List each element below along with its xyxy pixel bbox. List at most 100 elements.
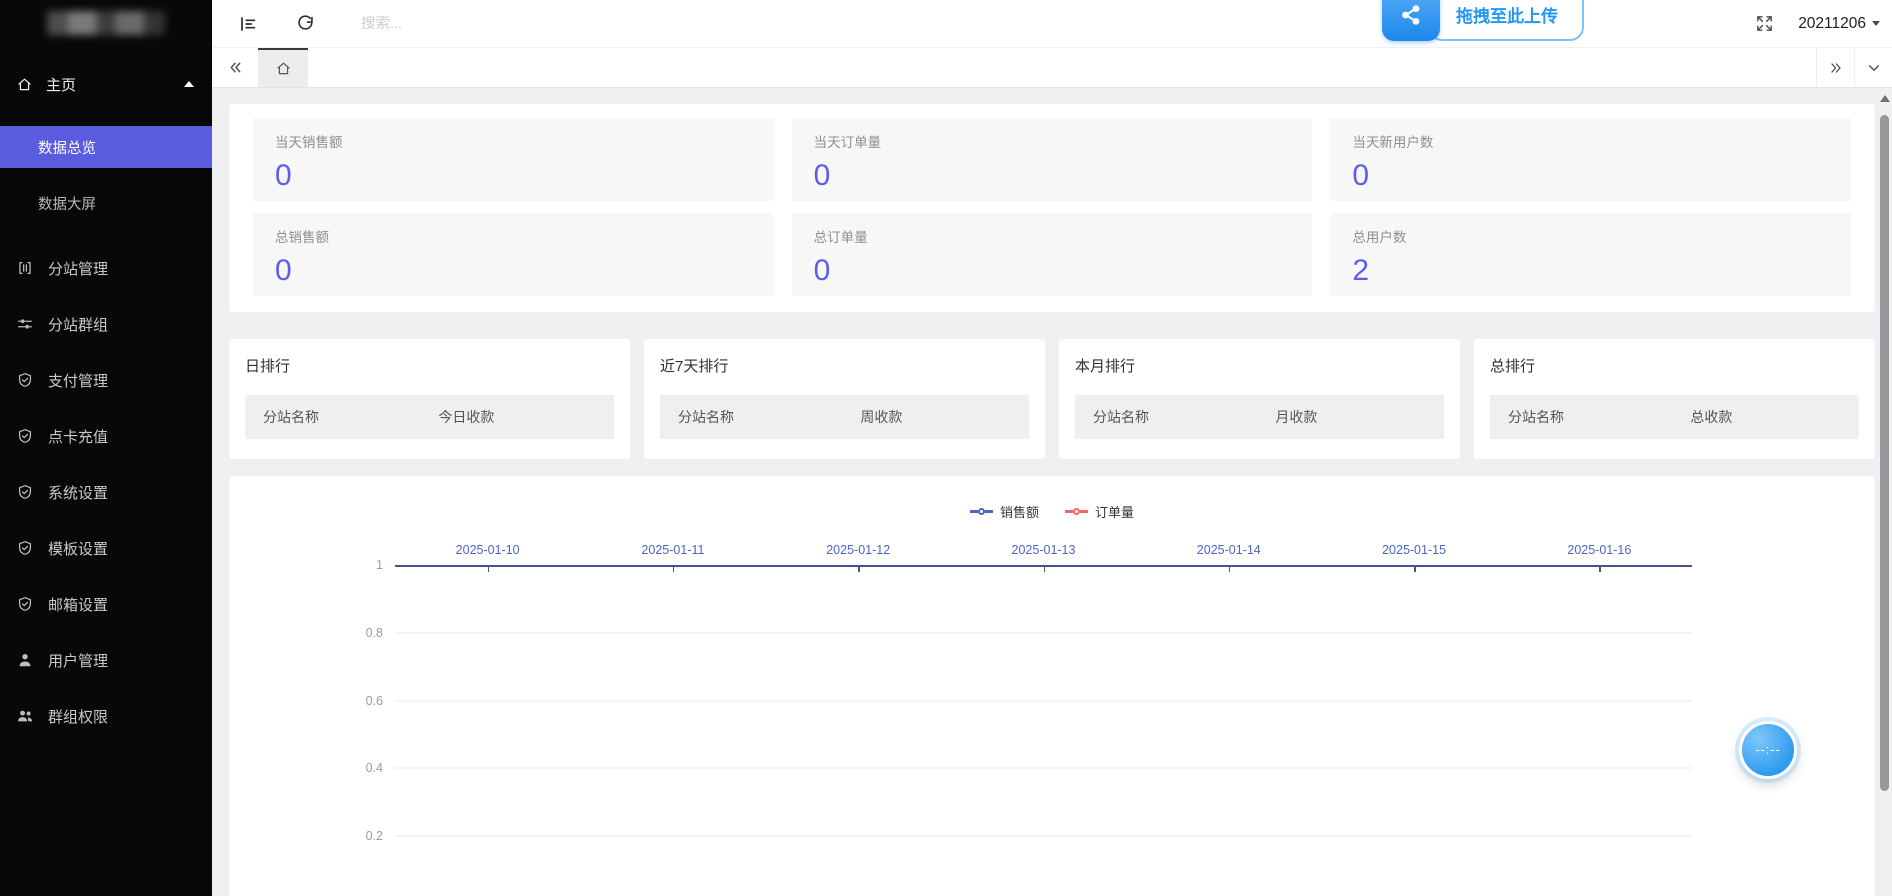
sidebar-item-label: 分站群组 xyxy=(48,314,108,335)
column-header-amount: 月收款 xyxy=(1230,407,1363,427)
x-axis-label: 2025-01-11 xyxy=(641,543,704,557)
home-icon xyxy=(16,76,33,93)
home-outline-icon xyxy=(275,60,292,77)
stat-value: 0 xyxy=(1352,159,1829,193)
column-header-site-name: 分站名称 xyxy=(1075,407,1230,427)
caret-up-icon xyxy=(184,81,194,87)
y-axis-label: 0.8 xyxy=(366,626,383,640)
search-input[interactable] xyxy=(361,16,601,32)
stat-card: 总销售额0 xyxy=(253,213,774,296)
shield-check-icon xyxy=(16,371,34,389)
sidebar-item[interactable]: 模板设置 xyxy=(0,520,212,576)
upload-icon-box[interactable] xyxy=(1382,0,1440,41)
users-icon xyxy=(16,707,34,725)
stat-card: 当天订单量0 xyxy=(792,118,1313,201)
gridline xyxy=(395,700,1692,701)
tabs-scroll-left-button[interactable] xyxy=(212,48,258,87)
tabs-scroll-right-button[interactable] xyxy=(1816,48,1854,87)
sales-orders-chart: 销售额 订单量 2025-01-102025-01-112025-01-12202… xyxy=(229,476,1875,896)
y-axis-label: 0.4 xyxy=(366,761,383,775)
y-axis-label: 0.2 xyxy=(366,829,383,843)
legend-item[interactable]: 销售额 xyxy=(970,502,1039,521)
ranking-table-header: 分站名称总收款 xyxy=(1490,395,1859,439)
tabs-menu-button[interactable] xyxy=(1854,48,1892,87)
modules-icon xyxy=(16,259,34,277)
refresh-icon[interactable] xyxy=(296,14,315,33)
ranking-title: 总排行 xyxy=(1490,355,1859,376)
x-axis-tick xyxy=(1599,567,1601,572)
sidebar-item[interactable]: 群组权限 xyxy=(0,688,212,744)
x-axis-label: 2025-01-13 xyxy=(1012,543,1076,557)
gridline xyxy=(395,768,1692,769)
ranking-table-header: 分站名称今日收款 xyxy=(245,395,614,439)
sidebar-item[interactable]: 系统设置 xyxy=(0,464,212,520)
stat-label: 总用户数 xyxy=(1352,226,1829,246)
legend-item[interactable]: 订单量 xyxy=(1065,502,1134,521)
x-axis-label: 2025-01-15 xyxy=(1382,543,1446,557)
legend-label: 销售额 xyxy=(1000,502,1039,521)
sidebar-subitem[interactable]: 数据总览 xyxy=(0,126,212,168)
x-axis-tick xyxy=(1044,567,1046,572)
menu-fold-icon[interactable] xyxy=(238,14,258,34)
fullscreen-icon[interactable] xyxy=(1755,14,1774,33)
username: 20211206 xyxy=(1798,15,1866,33)
column-header-amount: 总收款 xyxy=(1645,407,1778,427)
upload-label[interactable]: 拖拽至此上传 xyxy=(1428,0,1584,41)
sidebar-item[interactable]: 支付管理 xyxy=(0,352,212,408)
x-axis-label: 2025-01-10 xyxy=(456,543,520,557)
ranking-panel: 总排行分站名称总收款 xyxy=(1474,339,1875,459)
column-header-site-name: 分站名称 xyxy=(1490,407,1645,427)
sidebar-item[interactable]: 分站群组 xyxy=(0,296,212,352)
legend-marker xyxy=(1065,508,1088,515)
floating-clock-button[interactable]: --:-- xyxy=(1739,721,1797,779)
legend-marker xyxy=(970,508,993,515)
upload-dropzone[interactable]: 拖拽至此上传 xyxy=(1382,0,1584,41)
scrollbar-up-arrow[interactable] xyxy=(1880,95,1890,102)
column-header-site-name: 分站名称 xyxy=(660,407,815,427)
ranking-panel: 近7天排行分站名称周收款 xyxy=(644,339,1045,459)
x-axis-tick xyxy=(858,567,860,572)
sliders-icon xyxy=(16,315,34,333)
sidebar-subitem[interactable]: 数据大屏 xyxy=(0,182,212,224)
stat-card: 当天新用户数 0 xyxy=(1330,118,1851,201)
user-icon xyxy=(16,651,34,669)
legend-label: 订单量 xyxy=(1095,502,1134,521)
scrollbar-thumb[interactable] xyxy=(1880,115,1889,791)
ranking-table-header: 分站名称月收款 xyxy=(1075,395,1444,439)
ranking-panel: 日排行分站名称今日收款 xyxy=(229,339,630,459)
sidebar-item[interactable]: 分站管理 xyxy=(0,240,212,296)
shield-check-icon xyxy=(16,539,34,557)
gridline xyxy=(395,632,1692,633)
shield-check-icon xyxy=(16,427,34,445)
chevron-down-icon xyxy=(1866,60,1882,76)
stat-label: 当天订单量 xyxy=(814,131,1291,151)
stat-value: 0 xyxy=(275,159,752,193)
stat-value: 2 xyxy=(1352,254,1829,288)
share-nodes-icon xyxy=(1398,2,1424,28)
x-axis-label: 2025-01-14 xyxy=(1197,543,1261,557)
sidebar-item-label: 支付管理 xyxy=(48,370,108,391)
sidebar-item-label: 群组权限 xyxy=(48,706,108,727)
sidebar-item[interactable]: 点卡充值 xyxy=(0,408,212,464)
app-logo xyxy=(0,0,212,46)
column-header-amount: 周收款 xyxy=(815,407,948,427)
sidebar-item-label: 邮箱设置 xyxy=(48,594,108,615)
vertical-scrollbar[interactable] xyxy=(1877,88,1892,896)
sidebar-item-label: 点卡充值 xyxy=(48,426,108,447)
sidebar-item-home[interactable]: 主页 xyxy=(0,58,212,110)
x-axis-tick xyxy=(1229,567,1231,572)
sidebar-item[interactable]: 邮箱设置 xyxy=(0,576,212,632)
sidebar-item-label: 分站管理 xyxy=(48,258,108,279)
stat-label: 总订单量 xyxy=(814,226,1291,246)
stat-value: 0 xyxy=(814,254,1291,288)
topbar: 拖拽至此上传 20211206 xyxy=(212,0,1892,48)
stat-label: 当天销售额 xyxy=(275,131,752,151)
chart-plot-area: 2025-01-102025-01-112025-01-122025-01-13… xyxy=(395,550,1692,896)
user-dropdown[interactable]: 20211206 xyxy=(1798,15,1880,33)
sidebar-item-label: 系统设置 xyxy=(48,482,108,503)
stat-label: 当天新用户数 xyxy=(1352,131,1829,151)
shield-check-icon xyxy=(16,483,34,501)
tab-home[interactable] xyxy=(258,48,308,87)
main-content: 当天销售额 0 当天订单量0 当天新用户数 0 总销售额0 总订单量 0 总用户数 2 日排行分站… xyxy=(212,88,1892,896)
sidebar-item[interactable]: 用户管理 xyxy=(0,632,212,688)
